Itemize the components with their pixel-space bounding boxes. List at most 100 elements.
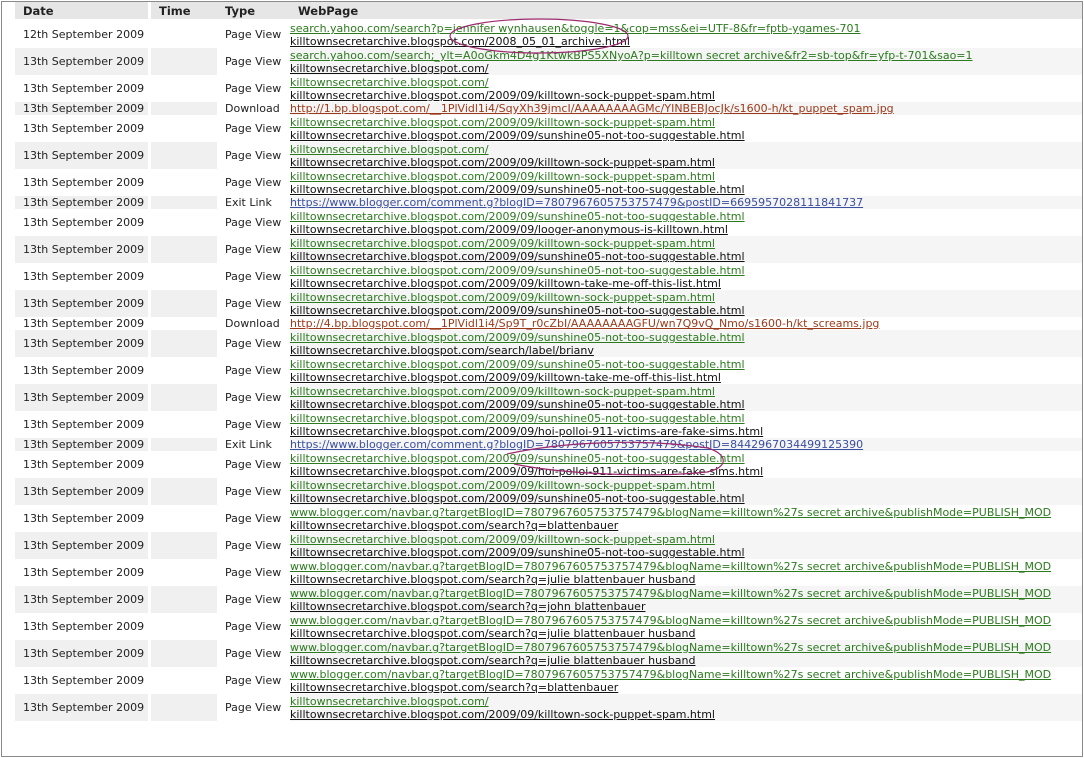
referrer-link[interactable]: www.blogger.com/navbar.g?targetBlogID=78… [290,506,1082,519]
cell-date: 13th September 2009 [15,694,151,721]
referrer-link[interactable]: killtownsecretarchive.blogspot.com/2009/… [290,116,1082,129]
table-row: 13th September 2009 Page View killtownsecr… [15,142,1082,169]
cell-type: Page View [225,149,282,162]
referrer-link[interactable]: killtownsecretarchive.blogspot.com/ [290,143,1082,156]
page-link[interactable]: killtownsecretarchive.blogspot.com/searc… [290,654,1082,667]
cell-time [151,317,217,330]
page-link[interactable]: killtownsecretarchive.blogspot.com/searc… [290,600,1082,613]
cell-webpage: killtownsecretarchive.blogspot.com/2009/… [290,411,1082,438]
cell-date: 13th September 2009 [15,451,151,478]
cell-type: Page View [225,674,282,687]
referrer-link[interactable]: www.blogger.com/navbar.g?targetBlogID=78… [290,614,1082,627]
cell-date: 13th September 2009 [15,384,151,411]
cell-webpage: killtownsecretarchive.blogspot.com/2009/… [290,478,1082,505]
page-link[interactable]: killtownsecretarchive.blogspot.com/2009/… [290,129,1082,142]
cell-type: Page View [225,458,282,471]
table-row: 13th September 2009 Page View killtownsecr… [15,75,1082,102]
cell-type: Page View [225,28,282,41]
visitor-log-frame: Date Time Type WebPage 12th September 20… [1,1,1083,757]
cell-webpage: search.yahoo.com/search;_ylt=A0oGkm4D4g1… [290,48,1082,75]
page-link[interactable]: killtownsecretarchive.blogspot.com/2009/… [290,277,1082,290]
page-link[interactable]: killtownsecretarchive.blogspot.com/2009/… [290,465,1082,478]
table-row: 13th September 2009 Page View killtownsecr… [15,169,1082,196]
cell-type: Page View [225,566,282,579]
page-link[interactable]: killtownsecretarchive.blogspot.com/2009/… [290,250,1082,263]
referrer-link[interactable]: search.yahoo.com/search?p=jennifer wynha… [290,22,1082,35]
cell-webpage: www.blogger.com/navbar.g?targetBlogID=78… [290,640,1082,667]
cell-date: 13th September 2009 [15,236,151,263]
cell-type: Page View [225,512,282,525]
cell-webpage: www.blogger.com/navbar.g?targetBlogID=78… [290,613,1082,640]
referrer-link[interactable]: www.blogger.com/navbar.g?targetBlogID=78… [290,560,1082,573]
referrer-link[interactable]: killtownsecretarchive.blogspot.com/2009/… [290,385,1082,398]
page-link[interactable]: killtownsecretarchive.blogspot.com/2009/… [290,398,1082,411]
page-link[interactable]: killtownsecretarchive.blogspot.com/2009/… [290,425,1082,438]
page-link[interactable]: killtownsecretarchive.blogspot.com/2009/… [290,708,1082,721]
cell-type: Page View [225,418,282,431]
cell-webpage: killtownsecretarchive.blogspot.com/2009/… [290,532,1082,559]
referrer-link[interactable]: killtownsecretarchive.blogspot.com/ [290,695,1082,708]
referrer-link[interactable]: www.blogger.com/navbar.g?targetBlogID=78… [290,668,1082,681]
referrer-link[interactable]: killtownsecretarchive.blogspot.com/2009/… [290,412,1082,425]
referrer-link[interactable]: killtownsecretarchive.blogspot.com/2009/… [290,291,1082,304]
page-link[interactable]: http://1.bp.blogspot.com/__1PlVidl1i4/Sq… [290,102,1082,115]
page-link[interactable]: killtownsecretarchive.blogspot.com/2009/… [290,492,1082,505]
page-link[interactable]: killtownsecretarchive.blogspot.com/searc… [290,344,1082,357]
table-body: 12th September 2009 Page View search.yahoo… [15,21,1082,721]
page-link[interactable]: killtownsecretarchive.blogspot.com/searc… [290,627,1082,640]
page-link[interactable]: killtownsecretarchive.blogspot.com/searc… [290,681,1082,694]
column-header-time: Time [151,2,217,21]
table-row: 12th September 2009 Page View search.yahoo… [15,21,1082,48]
page-link[interactable]: killtownsecretarchive.blogspot.com/2009/… [290,183,1082,196]
cell-webpage: killtownsecretarchive.blogspot.com/2009/… [290,209,1082,236]
cell-date: 13th September 2009 [15,330,151,357]
referrer-link[interactable]: killtownsecretarchive.blogspot.com/2009/… [290,358,1082,371]
table-row: 13th September 2009 Page View www.blogger.… [15,586,1082,613]
referrer-link[interactable]: killtownsecretarchive.blogspot.com/2009/… [290,331,1082,344]
page-link[interactable]: killtownsecretarchive.blogspot.com/2008_… [290,35,1082,48]
cell-time [151,532,217,559]
referrer-link[interactable]: search.yahoo.com/search;_ylt=A0oGkm4D4g1… [290,49,1082,62]
cell-webpage: killtownsecretarchive.blogspot.com/2009/… [290,290,1082,317]
cell-date: 13th September 2009 [15,505,151,532]
page-link[interactable]: killtownsecretarchive.blogspot.com/2009/… [290,156,1082,169]
page-link[interactable]: killtownsecretarchive.blogspot.com/2009/… [290,371,1082,384]
page-link[interactable]: killtownsecretarchive.blogspot.com/searc… [290,519,1082,532]
page-link[interactable]: killtownsecretarchive.blogspot.com/2009/… [290,223,1082,236]
page-link[interactable]: killtownsecretarchive.blogspot.com/2009/… [290,546,1082,559]
referrer-link[interactable]: www.blogger.com/navbar.g?targetBlogID=78… [290,641,1082,654]
page-link[interactable]: killtownsecretarchive.blogspot.com/2009/… [290,304,1082,317]
referrer-link[interactable]: killtownsecretarchive.blogspot.com/2009/… [290,479,1082,492]
page-link[interactable]: https://www.blogger.com/comment.g?blogID… [290,438,1082,451]
cell-date: 13th September 2009 [15,640,151,667]
column-header-date: Date [15,2,151,21]
cell-time [151,438,217,451]
page-link[interactable]: https://www.blogger.com/comment.g?blogID… [290,196,1082,209]
table-row: 13th September 2009 Page View killtownsecr… [15,357,1082,384]
cell-webpage: www.blogger.com/navbar.g?targetBlogID=78… [290,559,1082,586]
referrer-link[interactable]: killtownsecretarchive.blogspot.com/2009/… [290,264,1082,277]
referrer-link[interactable]: killtownsecretarchive.blogspot.com/ [290,76,1082,89]
page-link[interactable]: killtownsecretarchive.blogspot.com/searc… [290,573,1082,586]
cell-webpage: killtownsecretarchive.blogspot.com/2009/… [290,236,1082,263]
referrer-link[interactable]: killtownsecretarchive.blogspot.com/2009/… [290,237,1082,250]
cell-type: Download [225,317,280,330]
table-row: 13th September 2009 Exit Link https://www.… [15,438,1082,451]
referrer-link[interactable]: killtownsecretarchive.blogspot.com/2009/… [290,170,1082,183]
cell-type: Page View [225,647,282,660]
referrer-link[interactable]: killtownsecretarchive.blogspot.com/2009/… [290,210,1082,223]
table-row: 13th September 2009 Page View killtownsecr… [15,290,1082,317]
referrer-link[interactable]: www.blogger.com/navbar.g?targetBlogID=78… [290,587,1082,600]
page-link[interactable]: http://4.bp.blogspot.com/__1PlVidl1i4/Sp… [290,317,1082,330]
cell-time [151,142,217,169]
cell-webpage: killtownsecretarchive.blogspot.com/killt… [290,694,1082,721]
table-row: 13th September 2009 Page View killtownsecr… [15,451,1082,478]
referrer-link[interactable]: killtownsecretarchive.blogspot.com/2009/… [290,533,1082,546]
cell-webpage: www.blogger.com/navbar.g?targetBlogID=78… [290,505,1082,532]
cell-type: Page View [225,485,282,498]
page-link[interactable]: killtownsecretarchive.blogspot.com/ [290,62,1082,75]
cell-date: 13th September 2009 [15,196,151,209]
cell-date: 13th September 2009 [15,169,151,196]
referrer-link[interactable]: killtownsecretarchive.blogspot.com/2009/… [290,452,1082,465]
page-link[interactable]: killtownsecretarchive.blogspot.com/2009/… [290,89,1082,102]
